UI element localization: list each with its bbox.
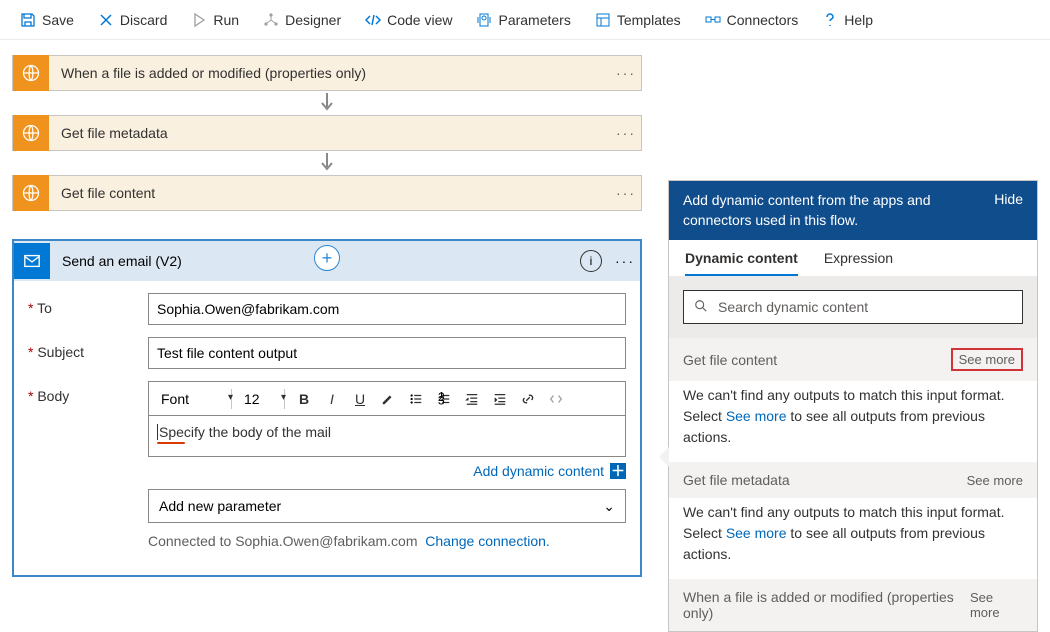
- toolbar-label: Help: [844, 12, 873, 28]
- indent-button[interactable]: [487, 386, 513, 412]
- outdent-button[interactable]: [459, 386, 485, 412]
- card-title: Get file metadata: [49, 125, 611, 141]
- section-empty-message: We can't find any outputs to match this …: [669, 381, 1037, 462]
- dynamic-content-panel: Add dynamic content from the apps and co…: [668, 180, 1038, 632]
- section-get-file-metadata: Get file metadata See more: [669, 462, 1037, 498]
- search-placeholder: Search dynamic content: [718, 299, 868, 315]
- to-label: * To: [28, 293, 148, 316]
- toolbar-label: Run: [213, 12, 239, 28]
- font-select[interactable]: Font: [155, 387, 225, 411]
- change-connection-link[interactable]: Change connection.: [425, 533, 550, 549]
- code-icon: [365, 12, 381, 28]
- designer-button[interactable]: Designer: [253, 4, 351, 36]
- card-title: Get file content: [49, 185, 611, 201]
- templates-icon: [595, 12, 611, 28]
- hide-button[interactable]: Hide: [994, 191, 1023, 207]
- subject-input[interactable]: Test file content output: [148, 337, 626, 369]
- highlight-button[interactable]: [375, 386, 401, 412]
- add-dynamic-content-link[interactable]: Add dynamic content＋: [148, 463, 626, 479]
- toolbar-label: Code view: [387, 12, 452, 28]
- code-button[interactable]: [543, 386, 569, 412]
- email-action-card: Send an email (V2) i ··· * To Sophia.Owe…: [12, 239, 642, 577]
- parameters-button[interactable]: Parameters: [466, 4, 580, 36]
- save-button[interactable]: Save: [10, 4, 84, 36]
- plus-icon: ＋: [610, 463, 626, 479]
- underline-button[interactable]: U: [347, 386, 373, 412]
- toolbar-label: Templates: [617, 12, 681, 28]
- bold-button[interactable]: B: [291, 386, 317, 412]
- see-more-button[interactable]: See more: [951, 348, 1023, 371]
- sharepoint-icon: [13, 175, 49, 211]
- to-input[interactable]: Sophia.Owen@fabrikam.com: [148, 293, 626, 325]
- search-input[interactable]: Search dynamic content: [683, 290, 1023, 324]
- discard-icon: [98, 12, 114, 28]
- parameters-icon: [476, 12, 492, 28]
- help-button[interactable]: Help: [812, 4, 883, 36]
- connection-info: Connected to Sophia.Owen@fabrikam.com Ch…: [148, 533, 626, 549]
- run-icon: [191, 12, 207, 28]
- toolbar: Save Discard Run Designer Code view Para…: [0, 0, 1050, 40]
- card-menu[interactable]: ···: [610, 253, 640, 269]
- content-card[interactable]: Get file content ···: [12, 175, 642, 211]
- run-button[interactable]: Run: [181, 4, 249, 36]
- card-title: When a file is added or modified (proper…: [49, 65, 611, 81]
- section-trigger: When a file is added or modified (proper…: [669, 579, 1037, 631]
- metadata-card[interactable]: Get file metadata ···: [12, 115, 642, 151]
- see-more-button[interactable]: See more: [970, 590, 1023, 620]
- connectors-icon: [705, 12, 721, 28]
- flow-canvas: When a file is added or modified (proper…: [12, 55, 642, 577]
- codeview-button[interactable]: Code view: [355, 4, 462, 36]
- templates-button[interactable]: Templates: [585, 4, 691, 36]
- section-get-file-content: Get file content See more: [669, 338, 1037, 381]
- numbering-button[interactable]: 123: [431, 386, 457, 412]
- toolbar-label: Parameters: [498, 12, 570, 28]
- card-menu[interactable]: ···: [611, 125, 641, 141]
- subject-label: * Subject: [28, 337, 148, 360]
- tab-expression[interactable]: Expression: [824, 250, 893, 276]
- spellcheck-underline: [157, 442, 185, 444]
- sharepoint-icon: [13, 55, 49, 91]
- sharepoint-icon: [13, 115, 49, 151]
- toolbar-label: Discard: [120, 12, 167, 28]
- see-more-link[interactable]: See more: [726, 408, 787, 424]
- italic-button[interactable]: I: [319, 386, 345, 412]
- add-parameter-dropdown[interactable]: Add new parameter⌄: [148, 489, 626, 523]
- toolbar-label: Designer: [285, 12, 341, 28]
- see-more-button[interactable]: See more: [967, 473, 1023, 488]
- tab-dynamic-content[interactable]: Dynamic content: [685, 250, 798, 276]
- save-icon: [20, 12, 36, 28]
- toolbar-label: Connectors: [727, 12, 799, 28]
- link-button[interactable]: [515, 386, 541, 412]
- connectors-button[interactable]: Connectors: [695, 4, 809, 36]
- search-icon: [694, 299, 708, 316]
- connector-arrow: [12, 91, 642, 115]
- connector-arrow: [12, 151, 642, 175]
- info-icon[interactable]: i: [580, 250, 602, 272]
- body-label: * Body: [28, 381, 148, 404]
- help-icon: [822, 12, 838, 28]
- insert-step-button[interactable]: +: [314, 245, 340, 271]
- panel-pointer: [659, 447, 669, 467]
- chevron-down-icon: ⌄: [603, 498, 615, 515]
- svg-text:3: 3: [438, 393, 445, 406]
- panel-header: Add dynamic content from the apps and co…: [669, 181, 1037, 240]
- toolbar-label: Save: [42, 12, 74, 28]
- body-editor[interactable]: Specify the body of the mail: [148, 415, 626, 457]
- bullets-button[interactable]: [403, 386, 429, 412]
- card-menu[interactable]: ···: [611, 185, 641, 201]
- fontsize-select[interactable]: 12: [238, 387, 278, 411]
- discard-button[interactable]: Discard: [88, 4, 177, 36]
- designer-icon: [263, 12, 279, 28]
- outlook-icon: [14, 243, 50, 279]
- editor-toolbar: Font 12 B I U 123: [148, 381, 626, 415]
- section-empty-message: We can't find any outputs to match this …: [669, 498, 1037, 579]
- card-menu[interactable]: ···: [611, 65, 641, 81]
- see-more-link[interactable]: See more: [726, 525, 787, 541]
- panel-tabs: Dynamic content Expression: [669, 240, 1037, 276]
- trigger-card[interactable]: When a file is added or modified (proper…: [12, 55, 642, 91]
